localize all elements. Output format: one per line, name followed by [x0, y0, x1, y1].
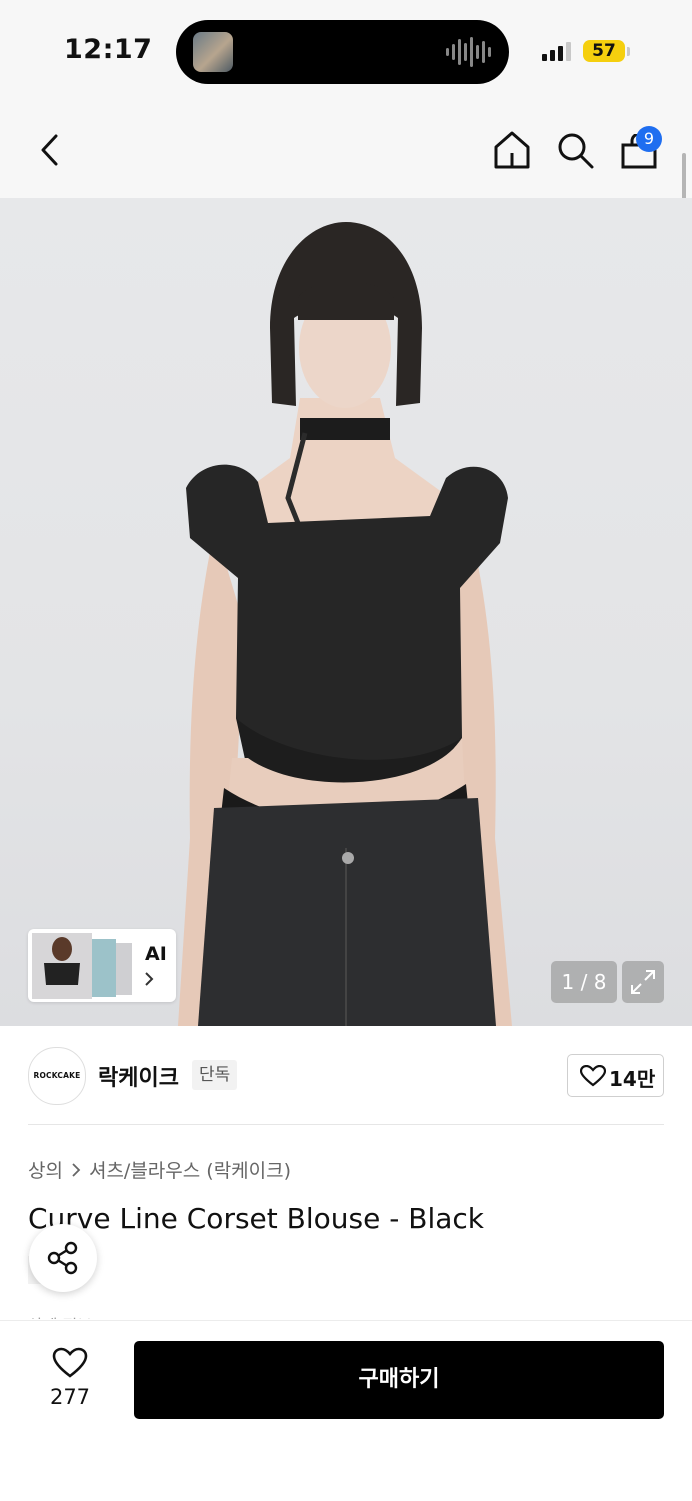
wishlist-count: 277 — [49, 1385, 91, 1409]
home-icon[interactable] — [492, 130, 532, 170]
expand-image-button[interactable] — [622, 961, 664, 1003]
cart-count-badge: 9 — [636, 126, 662, 152]
exclusive-badge: 단독 — [192, 1060, 238, 1090]
section-label-cutoff: 상세 정보 — [28, 1312, 92, 1319]
audio-waveform-icon — [446, 36, 491, 68]
heart-icon — [52, 1347, 88, 1378]
ai-similar-items-card[interactable]: AI — [28, 929, 176, 1002]
battery-cap — [627, 47, 630, 56]
now-playing-artwork — [193, 32, 233, 72]
image-page-counter: 1 / 8 — [551, 961, 617, 1003]
brand-like-button[interactable]: 14만 — [567, 1054, 664, 1097]
model-photo — [178, 222, 512, 1026]
breadcrumb-item[interactable]: 셔츠/블라우스 (락케이크) — [89, 1156, 291, 1183]
heart-icon — [580, 1065, 606, 1087]
search-icon[interactable] — [556, 131, 596, 171]
brand-like-count: 14만 — [609, 1067, 656, 1091]
similar-items-thumbnails — [32, 933, 132, 999]
buy-button[interactable]: 구매하기 — [134, 1341, 664, 1419]
ai-label: AI — [145, 943, 167, 965]
share-icon — [47, 1241, 78, 1275]
product-image[interactable] — [0, 198, 692, 1026]
cellular-signal-icon — [542, 42, 571, 61]
share-button[interactable] — [29, 1224, 97, 1292]
brand-logo[interactable]: ROCKCAKE — [28, 1047, 86, 1105]
chevron-right-icon — [145, 972, 154, 986]
expand-icon — [631, 970, 655, 994]
brand-name[interactable]: 락케이크 — [98, 1060, 179, 1092]
breadcrumb-item[interactable]: 상의 — [28, 1156, 63, 1183]
product-title: Curve Line Corset Blouse - Black — [28, 1202, 484, 1235]
back-arrow-icon[interactable] — [36, 130, 66, 170]
divider — [28, 1124, 664, 1125]
status-time: 12:17 — [64, 34, 153, 65]
dynamic-island[interactable] — [176, 20, 509, 84]
chevron-right-icon — [72, 1162, 81, 1177]
status-bar: 12:17 57 — [0, 0, 692, 100]
breadcrumb: 상의 셔츠/블라우스 (락케이크) — [28, 1156, 291, 1183]
wishlist-button[interactable]: 277 — [40, 1343, 100, 1413]
battery-indicator: 57 — [583, 40, 625, 62]
